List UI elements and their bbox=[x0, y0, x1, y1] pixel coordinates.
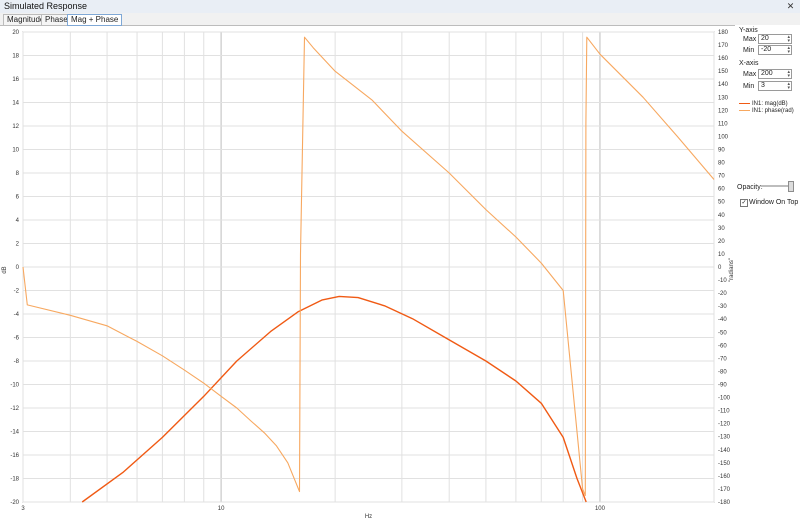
y-left-tick-label: 4 bbox=[16, 218, 20, 224]
y-right-tick-label: 40 bbox=[718, 213, 725, 219]
y-right-tick-label: -70 bbox=[718, 356, 727, 362]
y-right-tick-label: 10 bbox=[718, 252, 725, 258]
y-right-tick-label: -150 bbox=[718, 461, 731, 467]
y-right-tick-label: -170 bbox=[718, 487, 731, 493]
y-left-tick-label: -6 bbox=[14, 336, 20, 342]
yaxis-max-label: Max bbox=[743, 36, 757, 43]
y-left-tick-label: -18 bbox=[10, 477, 19, 483]
spin-arrows-icon[interactable]: ▴ ▾ bbox=[787, 82, 790, 91]
y-right-tick-label: -130 bbox=[718, 435, 731, 441]
y-left-tick-label: 8 bbox=[16, 171, 20, 177]
y-right-tick-label: -100 bbox=[718, 396, 731, 402]
y-right-tick-label: 80 bbox=[718, 161, 725, 167]
y-right-tick-label: 100 bbox=[718, 134, 729, 140]
y-right-tick-label: -50 bbox=[718, 330, 727, 336]
window-on-top-checkbox[interactable]: ✓ bbox=[740, 199, 748, 207]
y-right-tick-label: 140 bbox=[718, 82, 729, 88]
x-axis-label: Hz bbox=[365, 514, 372, 520]
y-left-tick-label: -10 bbox=[10, 383, 19, 389]
y-left-tick-label: 16 bbox=[12, 77, 19, 83]
xaxis-min-input[interactable]: 3 ▴ ▾ bbox=[758, 81, 792, 91]
y-right-tick-label: -80 bbox=[718, 369, 727, 375]
x-tick-label: 3 bbox=[21, 506, 25, 512]
xaxis-max-value: 200 bbox=[761, 70, 773, 77]
y-left-tick-label: -14 bbox=[10, 430, 19, 436]
xaxis-max-label: Max bbox=[743, 71, 757, 78]
x-tick-label: 10 bbox=[218, 506, 225, 512]
xaxis-min-value: 3 bbox=[761, 82, 765, 89]
y-right-tick-label: -120 bbox=[718, 422, 731, 428]
y-right-tick-label: -90 bbox=[718, 383, 727, 389]
response-chart: 20181614121086420-2-4-6-8-10-12-14-16-18… bbox=[2, 30, 735, 520]
grid bbox=[22, 31, 715, 503]
y-right-tick-label: -10 bbox=[718, 278, 727, 284]
y-right-tick-label: 120 bbox=[718, 108, 729, 114]
y-left-tick-label: 14 bbox=[12, 101, 19, 107]
legend-label-mag: IN1: mag(dB) bbox=[752, 101, 788, 107]
y-right-tick-label: 50 bbox=[718, 200, 725, 206]
y-axis-left-label: dB bbox=[2, 266, 8, 273]
y-right-tick-label: 180 bbox=[718, 30, 729, 36]
y-right-tick-label: -40 bbox=[718, 317, 727, 323]
y-right-tick-label: 60 bbox=[718, 187, 725, 193]
y-right-tick-label: 0 bbox=[718, 265, 722, 271]
y-right-tick-label: -20 bbox=[718, 291, 727, 297]
y-right-tick-label: 160 bbox=[718, 56, 729, 62]
y-left-tick-label: -20 bbox=[10, 500, 19, 506]
legend-label-phase: IN1: phase(rad) bbox=[752, 108, 794, 114]
y-left-tick-label: 20 bbox=[12, 30, 19, 36]
y-left-tick-label: -8 bbox=[14, 359, 20, 365]
y-left-tick-label: -16 bbox=[10, 453, 19, 459]
legend-item-phase: IN1: phase(rad) bbox=[739, 108, 794, 114]
y-left-tick-label: -4 bbox=[14, 312, 20, 318]
y-left-tick-label: 2 bbox=[16, 242, 20, 248]
window-on-top-label: Window On Top bbox=[749, 199, 799, 206]
spin-arrows-icon[interactable]: ▴ ▾ bbox=[787, 35, 790, 44]
y-right-tick-label: -140 bbox=[718, 448, 731, 454]
y-right-tick-label: -60 bbox=[718, 343, 727, 349]
x-tick-label: 100 bbox=[595, 506, 606, 512]
y-right-tick-label: 30 bbox=[718, 226, 725, 232]
yaxis-min-input[interactable]: -20 ▴ ▾ bbox=[758, 45, 792, 55]
yaxis-max-value: 20 bbox=[761, 35, 769, 42]
yaxis-min-value: -20 bbox=[761, 46, 772, 53]
y-right-tick-label: -160 bbox=[718, 474, 731, 480]
spin-arrows-icon[interactable]: ▴ ▾ bbox=[787, 46, 790, 55]
xaxis-max-input[interactable]: 200 ▴ ▾ bbox=[758, 69, 792, 79]
y-right-tick-label: 20 bbox=[718, 239, 725, 245]
y-right-tick-label: -180 bbox=[718, 500, 731, 506]
window-title: Simulated Response bbox=[4, 1, 88, 11]
control-panel: Y-axis Max 20 ▴ ▾ Min -20 ▴ ▾ X-axis Max 2… bbox=[735, 25, 800, 520]
legend-swatch-mag bbox=[739, 102, 750, 104]
y-right-tick-label: 110 bbox=[718, 121, 728, 127]
y-right-tick-label: 130 bbox=[718, 95, 729, 101]
y-left-tick-label: 6 bbox=[16, 195, 20, 201]
xaxis-group-title: X-axis bbox=[739, 60, 759, 67]
y-right-tick-label: -110 bbox=[718, 409, 730, 415]
title-bar: Simulated Response ✕ bbox=[0, 0, 800, 14]
y-left-tick-label: 18 bbox=[12, 54, 19, 60]
y-right-tick-label: -30 bbox=[718, 304, 727, 310]
legend-swatch-phase bbox=[739, 109, 750, 111]
y-left-tick-label: 12 bbox=[12, 124, 19, 130]
y-left-tick-label: -2 bbox=[14, 289, 20, 295]
y-right-tick-label: 70 bbox=[718, 174, 725, 180]
y-right-tick-label: 150 bbox=[718, 69, 729, 75]
xaxis-min-label: Min bbox=[743, 83, 755, 90]
yaxis-min-label: Min bbox=[743, 47, 755, 54]
legend-item-mag: IN1: mag(dB) bbox=[739, 101, 788, 107]
spin-arrows-icon[interactable]: ▴ ▾ bbox=[787, 70, 790, 79]
y-left-tick-label: -12 bbox=[10, 406, 19, 412]
yaxis-group-title: Y-axis bbox=[739, 27, 758, 34]
y-right-tick-label: 90 bbox=[718, 148, 725, 154]
opacity-label: Opacity: bbox=[737, 184, 763, 191]
y-right-tick-label: 170 bbox=[718, 43, 729, 49]
yaxis-max-input[interactable]: 20 ▴ ▾ bbox=[758, 34, 792, 44]
y-left-tick-label: 10 bbox=[12, 148, 19, 154]
close-icon[interactable]: ✕ bbox=[784, 1, 797, 11]
opacity-slider-thumb[interactable] bbox=[788, 181, 794, 192]
y-left-tick-label: 0 bbox=[16, 265, 20, 271]
